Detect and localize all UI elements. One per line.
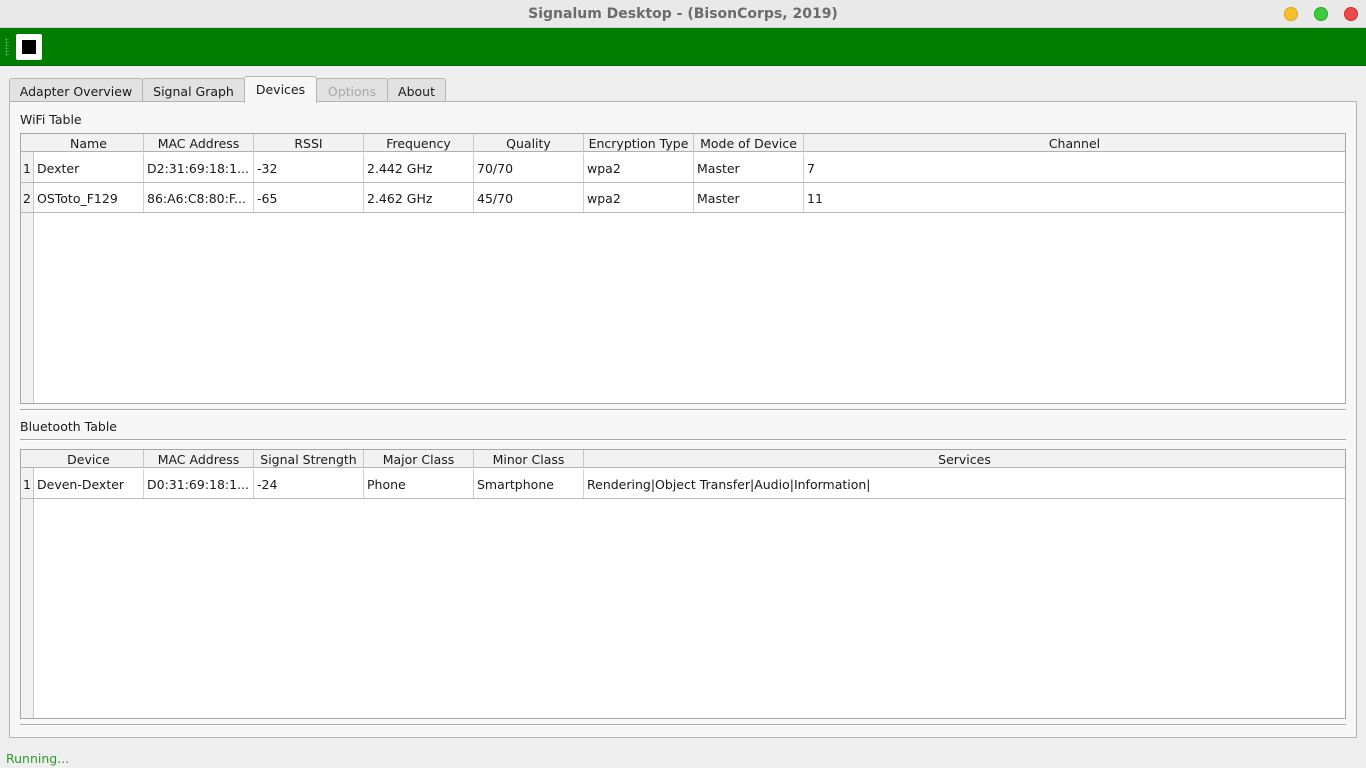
wifi-cell-rssi[interactable]: -32 (254, 153, 364, 182)
wifi-col-encryption[interactable]: Encryption Type (584, 134, 694, 152)
wifi-cell-channel[interactable]: 11 (804, 183, 1345, 212)
wifi-cell-mac[interactable]: 86:A6:C8:80:F... (144, 183, 254, 212)
row-number[interactable]: 1 (21, 153, 34, 182)
maximize-button[interactable] (1314, 7, 1328, 21)
bt-col-services[interactable]: Services (584, 450, 1345, 468)
wifi-cell-mac[interactable]: D2:31:69:18:1... (144, 153, 254, 182)
window-title: Signalum Desktop - (BisonCorps, 2019) (528, 6, 838, 22)
bt-cell-minor-class[interactable]: Smartphone (474, 469, 584, 498)
wifi-col-mac[interactable]: MAC Address (144, 134, 254, 152)
wifi-cell-quality[interactable]: 45/70 (474, 183, 584, 212)
wifi-cell-name[interactable]: OSToto_F129 (34, 183, 144, 212)
wifi-col-frequency[interactable]: Frequency (364, 134, 474, 152)
wifi-cell-name[interactable]: Dexter (34, 153, 144, 182)
divider (20, 724, 1346, 726)
table-row[interactable]: 1 Deven-Dexter D0:31:69:18:1... -24 Phon… (21, 469, 1345, 499)
wifi-cell-encryption[interactable]: wpa2 (584, 153, 694, 182)
status-text: Running... (6, 751, 70, 766)
wifi-cell-frequency[interactable]: 2.462 GHz (364, 183, 474, 212)
bluetooth-table-header: Device MAC Address Signal Strength Major… (21, 450, 1345, 468)
table-row[interactable]: 1 Dexter D2:31:69:18:1... -32 2.442 GHz … (21, 153, 1345, 183)
wifi-col-channel[interactable]: Channel (804, 134, 1345, 152)
wifi-table-title: WiFi Table (20, 112, 82, 127)
wifi-table-header: Name MAC Address RSSI Frequency Quality … (21, 134, 1345, 152)
wifi-col-mode[interactable]: Mode of Device (694, 134, 804, 152)
row-number[interactable]: 2 (21, 183, 34, 212)
minimize-button[interactable] (1284, 7, 1298, 21)
tab-adapter-overview[interactable]: Adapter Overview (9, 78, 143, 102)
wifi-cell-channel[interactable]: 7 (804, 153, 1345, 182)
bt-cell-signal-strength[interactable]: -24 (254, 469, 364, 498)
toolbar (0, 28, 1366, 66)
tab-about[interactable]: About (387, 78, 446, 102)
bluetooth-row-header-column (21, 468, 34, 718)
bt-cell-major-class[interactable]: Phone (364, 469, 474, 498)
divider (20, 409, 1346, 411)
bt-col-mac[interactable]: MAC Address (144, 450, 254, 468)
wifi-col-quality[interactable]: Quality (474, 134, 584, 152)
wifi-cell-mode[interactable]: Master (694, 153, 804, 182)
tab-signal-graph[interactable]: Signal Graph (142, 78, 245, 102)
bt-col-minor-class[interactable]: Minor Class (474, 450, 584, 468)
title-bar: Signalum Desktop - (BisonCorps, 2019) (0, 0, 1366, 28)
wifi-cell-quality[interactable]: 70/70 (474, 153, 584, 182)
bluetooth-table-title: Bluetooth Table (20, 419, 117, 434)
bt-cell-mac[interactable]: D0:31:69:18:1... (144, 469, 254, 498)
wifi-col-name[interactable]: Name (34, 134, 144, 152)
divider (20, 439, 1346, 441)
wifi-cell-frequency[interactable]: 2.442 GHz (364, 153, 474, 182)
stop-button[interactable] (16, 34, 42, 60)
row-number[interactable]: 1 (21, 469, 34, 498)
wifi-cell-encryption[interactable]: wpa2 (584, 183, 694, 212)
wifi-cell-rssi[interactable]: -65 (254, 183, 364, 212)
bt-col-device[interactable]: Device (34, 450, 144, 468)
bt-cell-services[interactable]: Rendering|Object Transfer|Audio|Informat… (584, 469, 1345, 498)
toolbar-grip-handle[interactable] (5, 38, 9, 56)
table-row[interactable]: 2 OSToto_F129 86:A6:C8:80:F... -65 2.462… (21, 183, 1345, 213)
tab-devices[interactable]: Devices (244, 76, 317, 103)
wifi-col-rssi[interactable]: RSSI (254, 134, 364, 152)
bt-cell-device[interactable]: Deven-Dexter (34, 469, 144, 498)
wifi-cell-mode[interactable]: Master (694, 183, 804, 212)
tab-options[interactable]: Options (316, 78, 388, 102)
bt-col-signal-strength[interactable]: Signal Strength (254, 450, 364, 468)
bluetooth-table[interactable]: Device MAC Address Signal Strength Major… (20, 449, 1346, 719)
bt-col-major-class[interactable]: Major Class (364, 450, 474, 468)
close-button[interactable] (1344, 7, 1358, 21)
wifi-table[interactable]: Name MAC Address RSSI Frequency Quality … (20, 133, 1346, 404)
stop-icon (22, 40, 36, 54)
